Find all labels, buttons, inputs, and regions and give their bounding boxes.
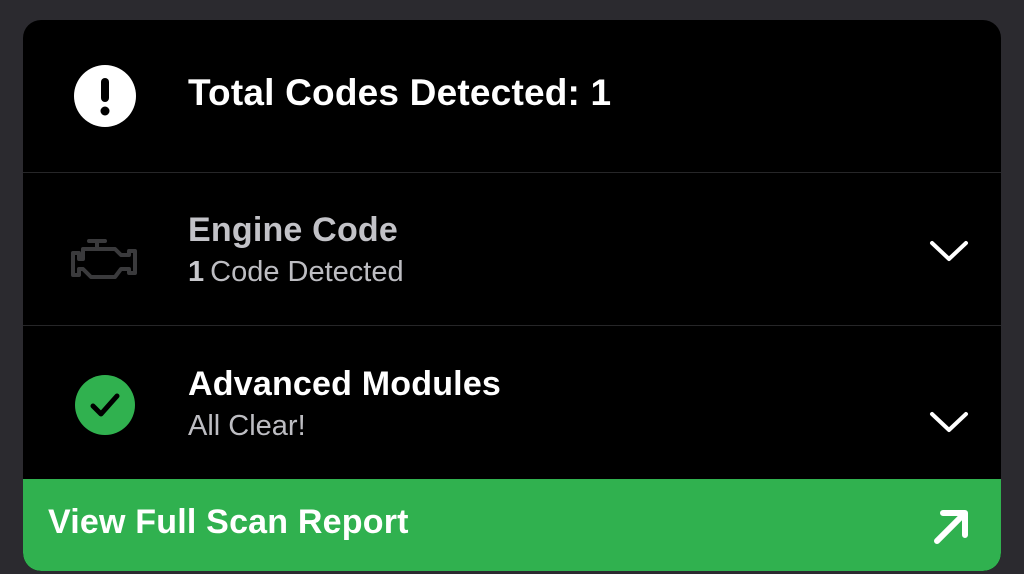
engine-code-status: Code Detected xyxy=(210,256,404,288)
engine-icon xyxy=(69,231,141,287)
engine-code-row[interactable]: Engine Code 1 Code Detected xyxy=(23,173,1001,325)
advanced-modules-subtitle: All Clear! xyxy=(188,410,306,442)
engine-code-subtitle: 1 Code Detected xyxy=(188,256,404,289)
check-circle-icon xyxy=(69,369,141,441)
advanced-modules-title: Advanced Modules xyxy=(188,365,502,403)
view-full-scan-report-label: View Full Scan Report xyxy=(48,503,409,541)
scan-results-card: Total Codes Detected: 1 Engine Code 1 Cod… xyxy=(23,20,1001,571)
chevron-down-icon[interactable] xyxy=(923,225,975,277)
arrow-up-right-icon xyxy=(934,510,968,544)
advanced-modules-row[interactable]: Advanced Modules All Clear! xyxy=(23,326,1001,478)
chevron-down-icon[interactable] xyxy=(923,396,975,448)
total-codes-label: Total Codes Detected: 1 xyxy=(188,72,612,113)
engine-code-title: Engine Code xyxy=(188,211,398,249)
view-full-scan-report-button[interactable]: View Full Scan Report xyxy=(23,479,1001,571)
exclamation-icon xyxy=(69,60,141,132)
engine-code-count: 1 xyxy=(188,256,205,288)
total-codes-row: Total Codes Detected: 1 xyxy=(23,20,1001,172)
